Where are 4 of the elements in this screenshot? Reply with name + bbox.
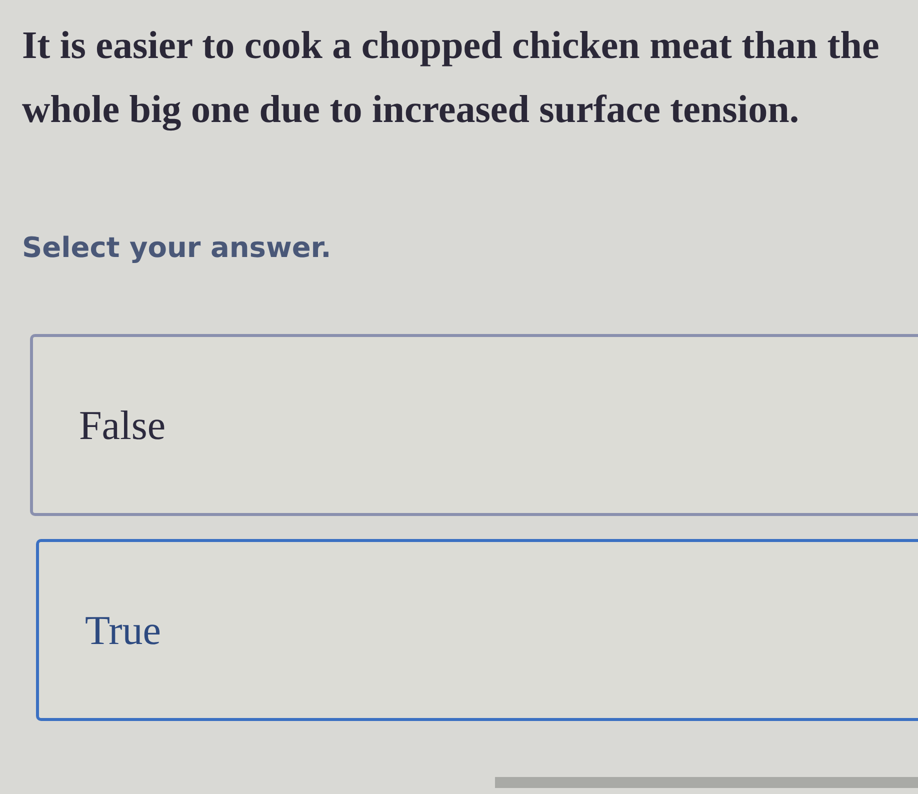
answer-option[interactable]: False — [30, 334, 918, 516]
answer-option[interactable]: True — [36, 539, 918, 721]
question-text: It is easier to cook a chopped chicken meat than the whole big one due to increased surface tension. — [22, 23, 880, 133]
prompt-text: Select your answer. — [22, 232, 332, 264]
